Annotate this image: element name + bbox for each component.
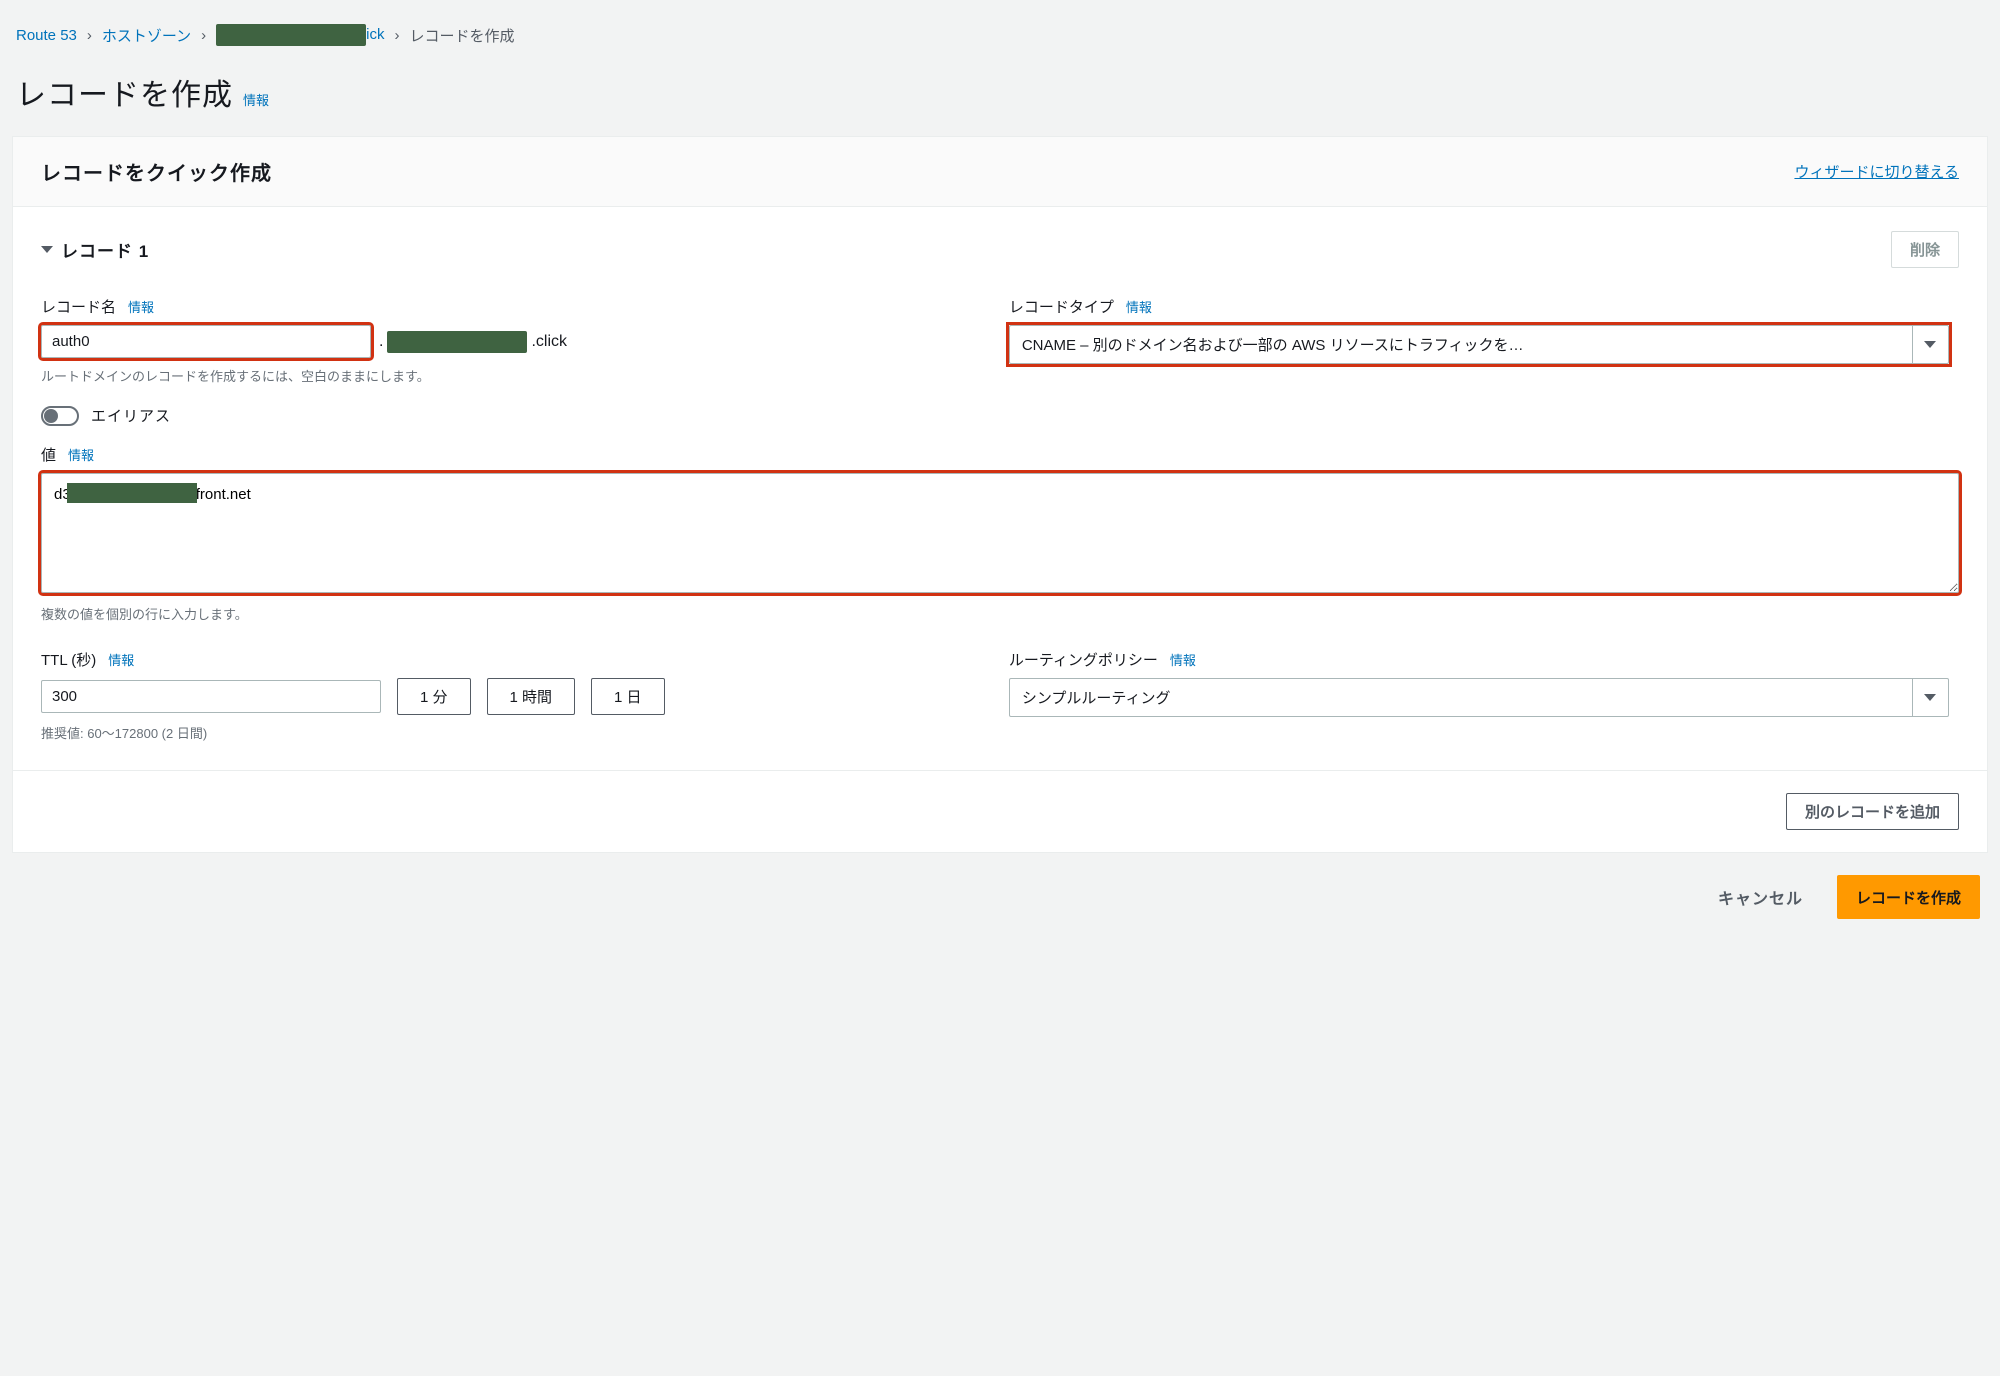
routing-policy-caret[interactable]	[1913, 678, 1949, 717]
value-info-link[interactable]: 情報	[68, 445, 94, 464]
record-type-info-link[interactable]: 情報	[1126, 297, 1152, 316]
record-type-label: レコードタイプ	[1009, 296, 1114, 317]
panel-title: レコードをクイック作成	[41, 157, 272, 186]
quick-create-panel: レコードをクイック作成 ウィザードに切り替える レコード 1 削除 レコード名 …	[12, 136, 1988, 853]
caret-down-icon	[1924, 341, 1936, 348]
alias-toggle[interactable]	[41, 406, 79, 426]
record-toggle[interactable]: レコード 1	[41, 237, 149, 262]
caret-down-icon	[41, 246, 53, 253]
chevron-right-icon: ›	[395, 27, 400, 44]
routing-policy-value: シンプルルーティング	[1009, 678, 1913, 717]
breadcrumb-hosted-zones-link[interactable]: ホストゾーン	[102, 25, 191, 46]
ttl-1min-button[interactable]: 1 分	[397, 678, 471, 715]
value-label: 値	[41, 444, 56, 465]
ttl-hint: 推奨値: 60〜172800 (2 日間)	[41, 723, 981, 742]
cancel-button[interactable]: キャンセル	[1700, 875, 1821, 919]
routing-info-link[interactable]: 情報	[1170, 650, 1196, 669]
domain-suffix: . .click	[379, 331, 567, 353]
create-record-button[interactable]: レコードを作成	[1837, 875, 1980, 919]
ttl-1day-button[interactable]: 1 日	[591, 678, 665, 715]
routing-label: ルーティングポリシー	[1009, 649, 1158, 670]
ttl-info-link[interactable]: 情報	[108, 650, 134, 669]
record-name-hint: ルートドメインのレコードを作成するには、空白のままにします。	[41, 366, 981, 385]
record-name-label: レコード名	[41, 296, 116, 317]
breadcrumb: Route 53 › ホストゾーン › ick › レコードを作成	[12, 10, 1988, 64]
ttl-1hour-button[interactable]: 1 時間	[487, 678, 576, 715]
record-type-value: CNAME – 別のドメイン名および一部の AWS リソースにトラフィックを…	[1009, 325, 1913, 364]
record-name-input[interactable]	[41, 325, 371, 358]
value-hint: 複数の値を個別の行に入力します。	[41, 604, 1959, 623]
caret-down-icon	[1924, 694, 1936, 701]
toggle-knob	[44, 409, 58, 423]
chevron-right-icon: ›	[87, 27, 92, 44]
alias-label: エイリアス	[91, 405, 171, 426]
record-header: レコード 1 削除	[41, 231, 1959, 268]
panel-header: レコードをクイック作成 ウィザードに切り替える	[13, 137, 1987, 207]
record-type-caret[interactable]	[1913, 325, 1949, 364]
redacted-domain	[216, 24, 366, 46]
record-name-info-link[interactable]: 情報	[128, 297, 154, 316]
breadcrumb-domain-link[interactable]: ick	[216, 24, 384, 46]
page-footer: キャンセル レコードを作成	[12, 853, 1988, 919]
switch-to-wizard-link[interactable]: ウィザードに切り替える	[1794, 161, 1959, 182]
routing-policy-select[interactable]: シンプルルーティング	[1009, 678, 1949, 717]
page-title: レコードを作成	[16, 70, 233, 114]
breadcrumb-current: レコードを作成	[410, 25, 515, 46]
ttl-input[interactable]	[41, 680, 381, 713]
record-header-label: レコード 1	[61, 237, 149, 262]
delete-record-button[interactable]: 削除	[1891, 231, 1959, 268]
record-type-select[interactable]: CNAME – 別のドメイン名および一部の AWS リソースにトラフィックを…	[1009, 325, 1949, 364]
redacted-domain-middle	[387, 331, 527, 353]
value-textarea[interactable]	[41, 473, 1959, 593]
add-another-record-button[interactable]: 別のレコードを追加	[1786, 793, 1959, 830]
chevron-right-icon: ›	[201, 27, 206, 44]
breadcrumb-service-link[interactable]: Route 53	[16, 27, 77, 44]
page-title-info-link[interactable]: 情報	[243, 90, 269, 109]
page-title-row: レコードを作成 情報	[12, 64, 1988, 136]
ttl-label: TTL (秒)	[41, 649, 96, 670]
